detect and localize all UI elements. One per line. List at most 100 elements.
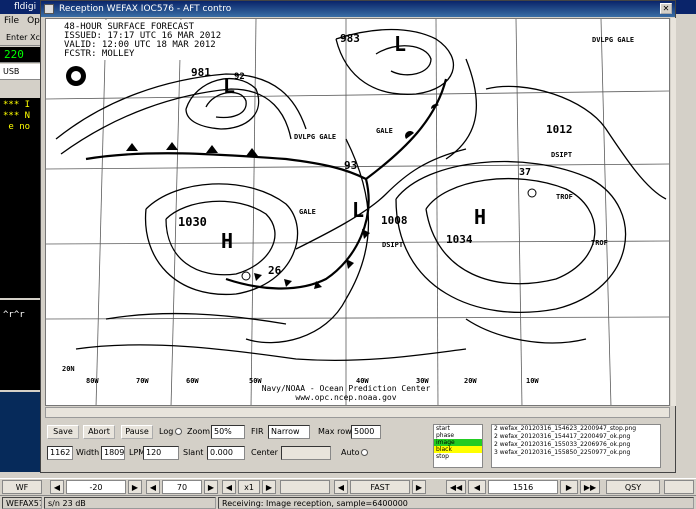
level-input[interactable]: 70 (162, 480, 202, 494)
map-label: TROF (591, 239, 608, 247)
map-label: 20N (62, 365, 75, 373)
pause-button[interactable]: Pause (121, 425, 153, 439)
rx-line: *** I (3, 100, 31, 110)
fast-forward-icon[interactable]: ▶▶ (580, 480, 600, 494)
map-label: 981 (191, 66, 211, 79)
status-bar: WEFAX576 s/n 23 dB Receiving: Image rece… (0, 495, 696, 509)
log-radio[interactable] (175, 428, 182, 435)
slant-label: Slant (183, 448, 204, 457)
map-label: H (221, 229, 233, 253)
image-vertical-scrollbar[interactable] (671, 18, 676, 406)
max-rows-input[interactable]: 5000 (351, 425, 381, 439)
max-rows-label: Max row (318, 427, 352, 436)
map-label: GALE (376, 127, 393, 135)
save-button[interactable]: Save (47, 425, 79, 439)
width-label: Width (76, 448, 100, 457)
map-label: 10W (526, 377, 539, 385)
map-label: L (394, 32, 406, 56)
legend-phase: phase (436, 432, 455, 439)
zoom-select[interactable]: 50% (211, 425, 245, 439)
header-line-4: FCSTR: MOLLEY (64, 49, 135, 59)
fast-button[interactable]: FAST (350, 480, 410, 494)
map-label: DSIPT (382, 241, 403, 249)
lpm-select[interactable]: 120 (143, 446, 179, 460)
scale-button[interactable]: x1 (238, 480, 260, 494)
rewind-icon[interactable]: ◀ (468, 480, 486, 494)
legend-start: start (436, 425, 450, 432)
map-label: 1012 (546, 123, 573, 136)
map-label: 983 (340, 32, 360, 45)
file-item[interactable]: 2 wefax_20120316_154417_2200497_ok.png (492, 433, 660, 441)
level-up-button[interactable]: ▶ (204, 480, 218, 494)
menu-op[interactable]: Op (27, 16, 40, 26)
offset-up-button[interactable]: ▶ (128, 480, 142, 494)
legend-black: black (434, 446, 482, 453)
status-snr: s/n 23 dB (44, 497, 216, 509)
forward-icon[interactable]: ▶ (560, 480, 578, 494)
file-item[interactable]: 3 wefax_20120316_155850_2250977_ok.png (492, 449, 660, 457)
chart-footer: Navy/NOAA - Ocean Prediction Center www.… (262, 384, 431, 402)
weather-chart: 48-HOUR SURFACE FORECAST ISSUED: 17:17 U… (46, 19, 669, 405)
log-label: Log (159, 427, 174, 436)
map-label: 37 (519, 167, 531, 178)
wefax-title: Reception WEFAX IOC576 - AFT contro (59, 4, 232, 14)
image-horizontal-scrollbar[interactable] (45, 407, 670, 418)
wf-button[interactable]: WF (2, 480, 42, 494)
reception-state-legend: start phase image black stop (433, 424, 483, 468)
close-icon[interactable]: ✕ (660, 3, 672, 14)
file-item[interactable]: 2 wefax_20120316_154623_2200947_stop.png (492, 425, 660, 433)
abort-button[interactable]: Abort (83, 425, 115, 439)
map-label: 80W (86, 377, 99, 385)
fast-rewind-icon[interactable]: ◀◀ (446, 480, 466, 494)
app-icon (44, 4, 54, 14)
map-label: 60W (186, 377, 199, 385)
map-label: 70W (136, 377, 149, 385)
file-item[interactable]: 2 wefax_20120316_155033_2206976_ok.png (492, 441, 660, 449)
map-label: DSIPT (551, 151, 572, 159)
fir-select[interactable]: Narrow (268, 425, 310, 439)
legend-stop: stop (436, 453, 449, 460)
offset-down-button[interactable]: ◀ (50, 480, 64, 494)
isobars (55, 28, 667, 361)
chart-header: 48-HOUR SURFACE FORECAST ISSUED: 17:17 U… (60, 20, 255, 60)
status-mode[interactable]: WEFAX576 (2, 497, 42, 509)
level-down-button[interactable]: ◀ (146, 480, 160, 494)
norm-button[interactable] (280, 480, 330, 494)
scale-down-button[interactable]: ◀ (222, 480, 236, 494)
line-number: 1162 (47, 446, 73, 460)
map-label: H (474, 205, 486, 229)
center-slider[interactable] (281, 446, 331, 460)
map-label: L (223, 74, 235, 98)
map-label: 93 (344, 159, 357, 172)
main-window-right-edge (676, 14, 696, 472)
speed-up-button[interactable]: ▶ (412, 480, 426, 494)
slant-input[interactable]: 0.000 (207, 446, 245, 460)
qsy-button[interactable]: QSY (606, 480, 660, 494)
rx-line: e no (3, 122, 31, 132)
store-button[interactable] (664, 480, 694, 494)
received-files-list[interactable]: 2 wefax_20120316_154623_2200947_stop.png… (491, 424, 661, 468)
wefax-image[interactable]: 48-HOUR SURFACE FORECAST ISSUED: 17:17 U… (45, 18, 670, 406)
map-label: DVLPG GALE (294, 133, 336, 141)
map-label: Navy/NOAA - Ocean Prediction Center (262, 384, 431, 393)
offset-input[interactable]: -20 (66, 480, 126, 494)
frequency-input[interactable]: 1516 (488, 480, 558, 494)
map-label: GALE (299, 208, 316, 216)
map-label: L (352, 198, 364, 222)
fir-label: FIR (251, 427, 264, 436)
status-message: Receiving: Image reception, sample=64000… (218, 497, 694, 509)
map-label: 92 (234, 72, 245, 82)
zoom-label: Zoom (187, 427, 211, 436)
map-label: 1008 (381, 214, 408, 227)
auto-radio[interactable] (361, 449, 368, 456)
wefax-window: Reception WEFAX IOC576 - AFT contro ✕ 48… (40, 0, 676, 473)
speed-down-button[interactable]: ◀ (334, 480, 348, 494)
map-label: 50W (249, 377, 262, 385)
width-input[interactable]: 1809 (101, 446, 125, 460)
map-label: DVLPG GALE (592, 36, 634, 44)
map-label: TROF (556, 193, 573, 201)
menu-file[interactable]: File (4, 16, 19, 26)
wefax-title-bar: Reception WEFAX IOC576 - AFT contro ✕ (41, 1, 675, 17)
scale-up-button[interactable]: ▶ (262, 480, 276, 494)
wefax-controls: Save Abort Pause Log Zoom 50% FIR Narrow… (43, 421, 675, 471)
